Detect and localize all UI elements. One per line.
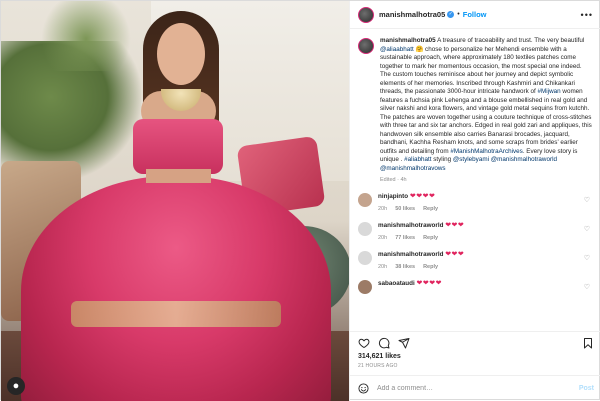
caption-link[interactable]: @stylebyami [453,156,489,163]
comment-body: ninjapinto ❤❤❤❤ 20h 50 likes Reply [378,193,578,212]
waist [146,169,211,183]
caption-link[interactable]: #aliabhatt [404,156,431,163]
post-header: manishmalhotra05 ✓ • Follow ••• [350,1,600,29]
caption-link[interactable]: #ManishMalhotraArchives [450,148,522,155]
comment-username[interactable]: manishmalhotraworld [378,222,443,229]
comment-message: ❤❤❤ [445,222,465,229]
lehenga-skirt [21,176,331,401]
comment-text: manishmalhotraworld ❤❤❤ [378,222,578,230]
lehenga-border [71,301,281,327]
comment-meta: 20h 38 likes Reply [378,264,578,270]
comment-meta: 20h 50 likes Reply [378,206,578,212]
author-avatar[interactable] [358,6,374,23]
caption-link[interactable]: #Mijwan [538,88,561,95]
blouse [133,119,223,174]
separator-dot: • [457,11,460,18]
caption-segment: women features a fuchsia pink Lehenga an… [380,88,592,155]
caption-avatar[interactable] [358,38,374,54]
reply-button[interactable]: Reply [423,264,438,270]
caption-text: manishmalhotra05 A treasure of traceabil… [380,37,594,173]
reply-button[interactable]: Reply [423,206,438,212]
more-icon[interactable]: ••• [581,10,593,20]
caption-body: A treasure of traceability and trust. Th… [380,37,592,172]
comment-item: ninjapinto ❤❤❤❤ 20h 50 likes Reply ♡ [358,193,594,212]
comment-item: sabaoataudi ❤❤❤❤ ♡ [358,280,594,294]
comment-body: manishmalhotraworld ❤❤❤ 20h 77 likes Reply [378,222,578,241]
bookmark-icon[interactable] [582,337,594,349]
reply-button[interactable]: Reply [423,235,438,241]
comments-scroll-area[interactable]: manishmalhotra05 A treasure of traceabil… [350,29,600,331]
caption-segment: styling [431,156,453,163]
action-icons [358,335,594,351]
action-bar: 314,621 likes 21 HOURS AGO [350,331,600,371]
plant-top [41,1,131,71]
comment-username[interactable]: manishmalhotraworld [378,251,443,258]
comment-icon[interactable] [378,337,390,349]
comment-avatar[interactable] [358,193,372,207]
comment-text: ninjapinto ❤❤❤❤ [378,193,578,201]
comment-item: manishmalhotraworld ❤❤❤ 20h 38 likes Reply ♡ [358,251,594,270]
follow-button[interactable]: Follow [463,10,487,19]
post-modal: ● manishmalhotra05 ✓ • Follow ••• manish… [0,0,600,401]
comment-item: manishmalhotraworld ❤❤❤ 20h 77 likes Reply ♡ [358,222,594,241]
caption-link[interactable]: @manishmalhotravows [380,165,446,172]
comment-message: ❤❤❤ [445,251,465,258]
comment-list: ninjapinto ❤❤❤❤ 20h 50 likes Reply ♡ manishma… [358,193,594,294]
comment-like-icon[interactable]: ♡ [584,225,590,233]
comment-avatar[interactable] [358,280,372,294]
face [157,23,205,85]
heart-icon[interactable] [358,337,370,349]
comment-avatar[interactable] [358,251,372,265]
comment-avatar[interactable] [358,222,372,236]
edited-timestamp: Edited · 4h [380,177,407,183]
post-comment-button[interactable]: Post [579,385,594,392]
caption-link[interactable]: @aliaabhatt [380,46,414,53]
comment-age: 20h [378,235,388,241]
verified-icon: ✓ [447,11,455,18]
share-icon[interactable] [398,337,410,349]
comment-message: ❤❤❤❤ [416,280,442,287]
emoji-icon[interactable] [358,383,369,394]
comment-likes[interactable]: 77 likes [395,235,415,241]
tagged-user-icon[interactable]: ● [7,377,25,395]
comment-like-icon[interactable]: ♡ [584,283,590,291]
comment-body: sabaoataudi ❤❤❤❤ [378,280,578,294]
comment-username[interactable]: ninjapinto [378,193,408,200]
comment-like-icon[interactable]: ♡ [584,254,590,262]
comment-message: ❤❤❤❤ [409,193,436,200]
comment-username[interactable]: sabaoataudi [378,280,415,287]
caption-link[interactable]: @manishmalhotraworld [491,156,557,163]
comment-age: 20h [378,264,388,270]
comment-likes[interactable]: 38 likes [395,264,415,270]
like-count[interactable]: 314,621 likes [358,353,594,360]
caption-username[interactable]: manishmalhotra05 [380,37,436,44]
caption-row: manishmalhotra05 A treasure of traceabil… [358,37,594,173]
author-username[interactable]: manishmalhotra05 [379,10,445,19]
post-details-panel: manishmalhotra05 ✓ • Follow ••• manishma… [349,1,600,401]
post-time: 21 HOURS AGO [358,363,398,369]
comment-age: 20h [378,206,388,212]
comment-input[interactable] [377,385,579,392]
comment-text: manishmalhotraworld ❤❤❤ [378,251,578,259]
comment-like-icon[interactable]: ♡ [584,196,590,204]
comment-body: manishmalhotraworld ❤❤❤ 20h 38 likes Reply [378,251,578,270]
comment-meta: 20h 77 likes Reply [378,235,578,241]
caption-segment: A treasure of traceability and trust. Th… [437,37,585,44]
post-photo[interactable]: ● [1,1,349,401]
add-comment-bar: Post [350,375,600,401]
comment-likes[interactable]: 50 likes [395,206,415,212]
comment-text: sabaoataudi ❤❤❤❤ [378,280,578,288]
